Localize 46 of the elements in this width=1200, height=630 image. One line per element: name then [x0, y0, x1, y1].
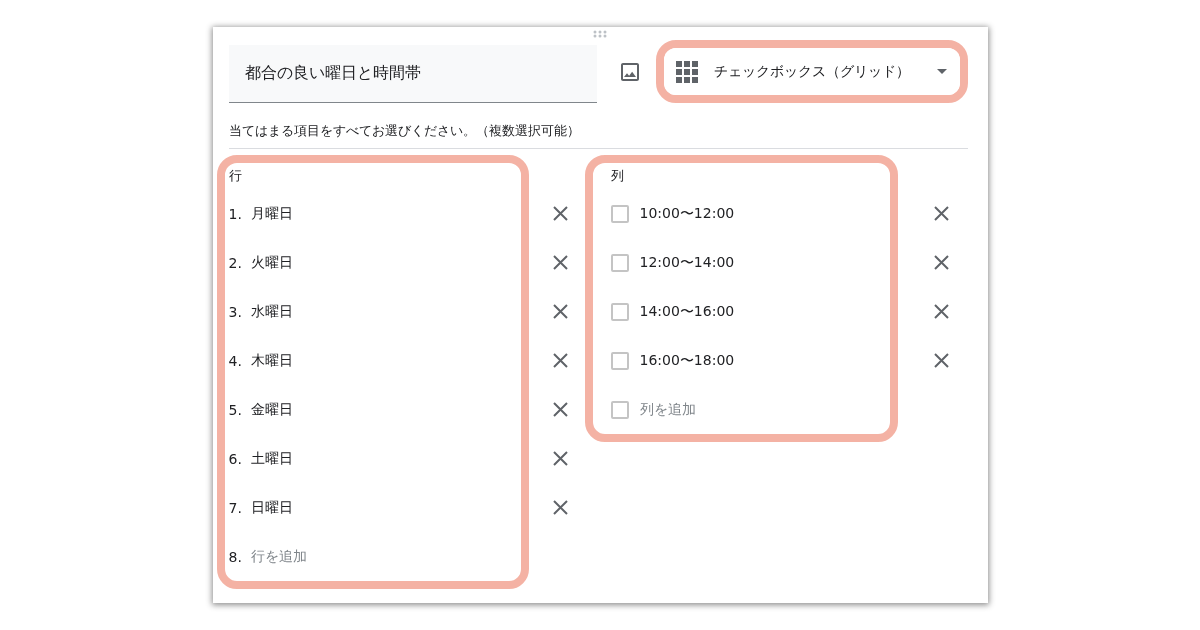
close-icon[interactable] — [553, 500, 568, 515]
row-number: 5. — [228, 401, 243, 418]
row-option-field[interactable]: 月曜日 — [250, 204, 293, 223]
column-option-field[interactable]: 12:00〜14:00 — [639, 253, 735, 272]
rows-heading: 行 — [228, 167, 242, 185]
checkbox[interactable] — [610, 400, 629, 419]
column-option-field[interactable]: 14:00〜16:00 — [639, 302, 735, 321]
row-option-field[interactable]: 土曜日 — [250, 449, 293, 468]
caret-icon — [936, 69, 947, 74]
row-number: 1. — [228, 205, 243, 222]
row-option-field[interactable]: 火曜日 — [250, 253, 293, 272]
checkbox[interactable] — [610, 302, 629, 321]
columns-heading: 列 — [610, 167, 624, 185]
close-icon[interactable] — [934, 206, 949, 221]
row-option-field[interactable]: 金曜日 — [250, 400, 293, 419]
question-description: 当てはまる項目をすべてお選びください。（複数選択可能） — [228, 122, 581, 140]
row-option-field[interactable]: 木曜日 — [250, 351, 293, 370]
row-option-field[interactable]: 水曜日 — [250, 302, 293, 321]
close-icon[interactable] — [553, 206, 568, 221]
row-number: 4. — [228, 352, 243, 369]
row-number: 6. — [228, 450, 243, 467]
image-icon[interactable] — [620, 62, 639, 81]
drag-handle-icon[interactable] — [593, 29, 607, 38]
close-icon[interactable] — [934, 304, 949, 319]
row-number: 7. — [228, 499, 243, 516]
checkbox[interactable] — [610, 204, 629, 223]
row-number: 2. — [228, 254, 243, 271]
close-icon[interactable] — [553, 304, 568, 319]
close-icon[interactable] — [553, 255, 568, 270]
add-row-field[interactable]: 行を追加 — [250, 547, 307, 566]
checkbox[interactable] — [610, 253, 629, 272]
question-type-dropdown[interactable]: チェックボックス（グリッド） — [663, 48, 960, 95]
column-option-field[interactable]: 16:00〜18:00 — [639, 351, 735, 370]
column-option-field[interactable]: 10:00〜12:00 — [639, 204, 735, 223]
close-icon[interactable] — [553, 402, 568, 417]
close-icon[interactable] — [553, 353, 568, 368]
checkbox[interactable] — [610, 351, 629, 370]
row-option-field[interactable]: 日曜日 — [250, 498, 293, 517]
question-title-field[interactable]: 都合の良い曜日と時間帯 — [228, 45, 597, 103]
add-column-field[interactable]: 列を追加 — [639, 400, 696, 419]
close-icon[interactable] — [553, 451, 568, 466]
row-number: 3. — [228, 303, 243, 320]
row-number: 8. — [228, 548, 243, 565]
close-icon[interactable] — [934, 353, 949, 368]
close-icon[interactable] — [934, 255, 949, 270]
grid-icon — [675, 60, 698, 83]
